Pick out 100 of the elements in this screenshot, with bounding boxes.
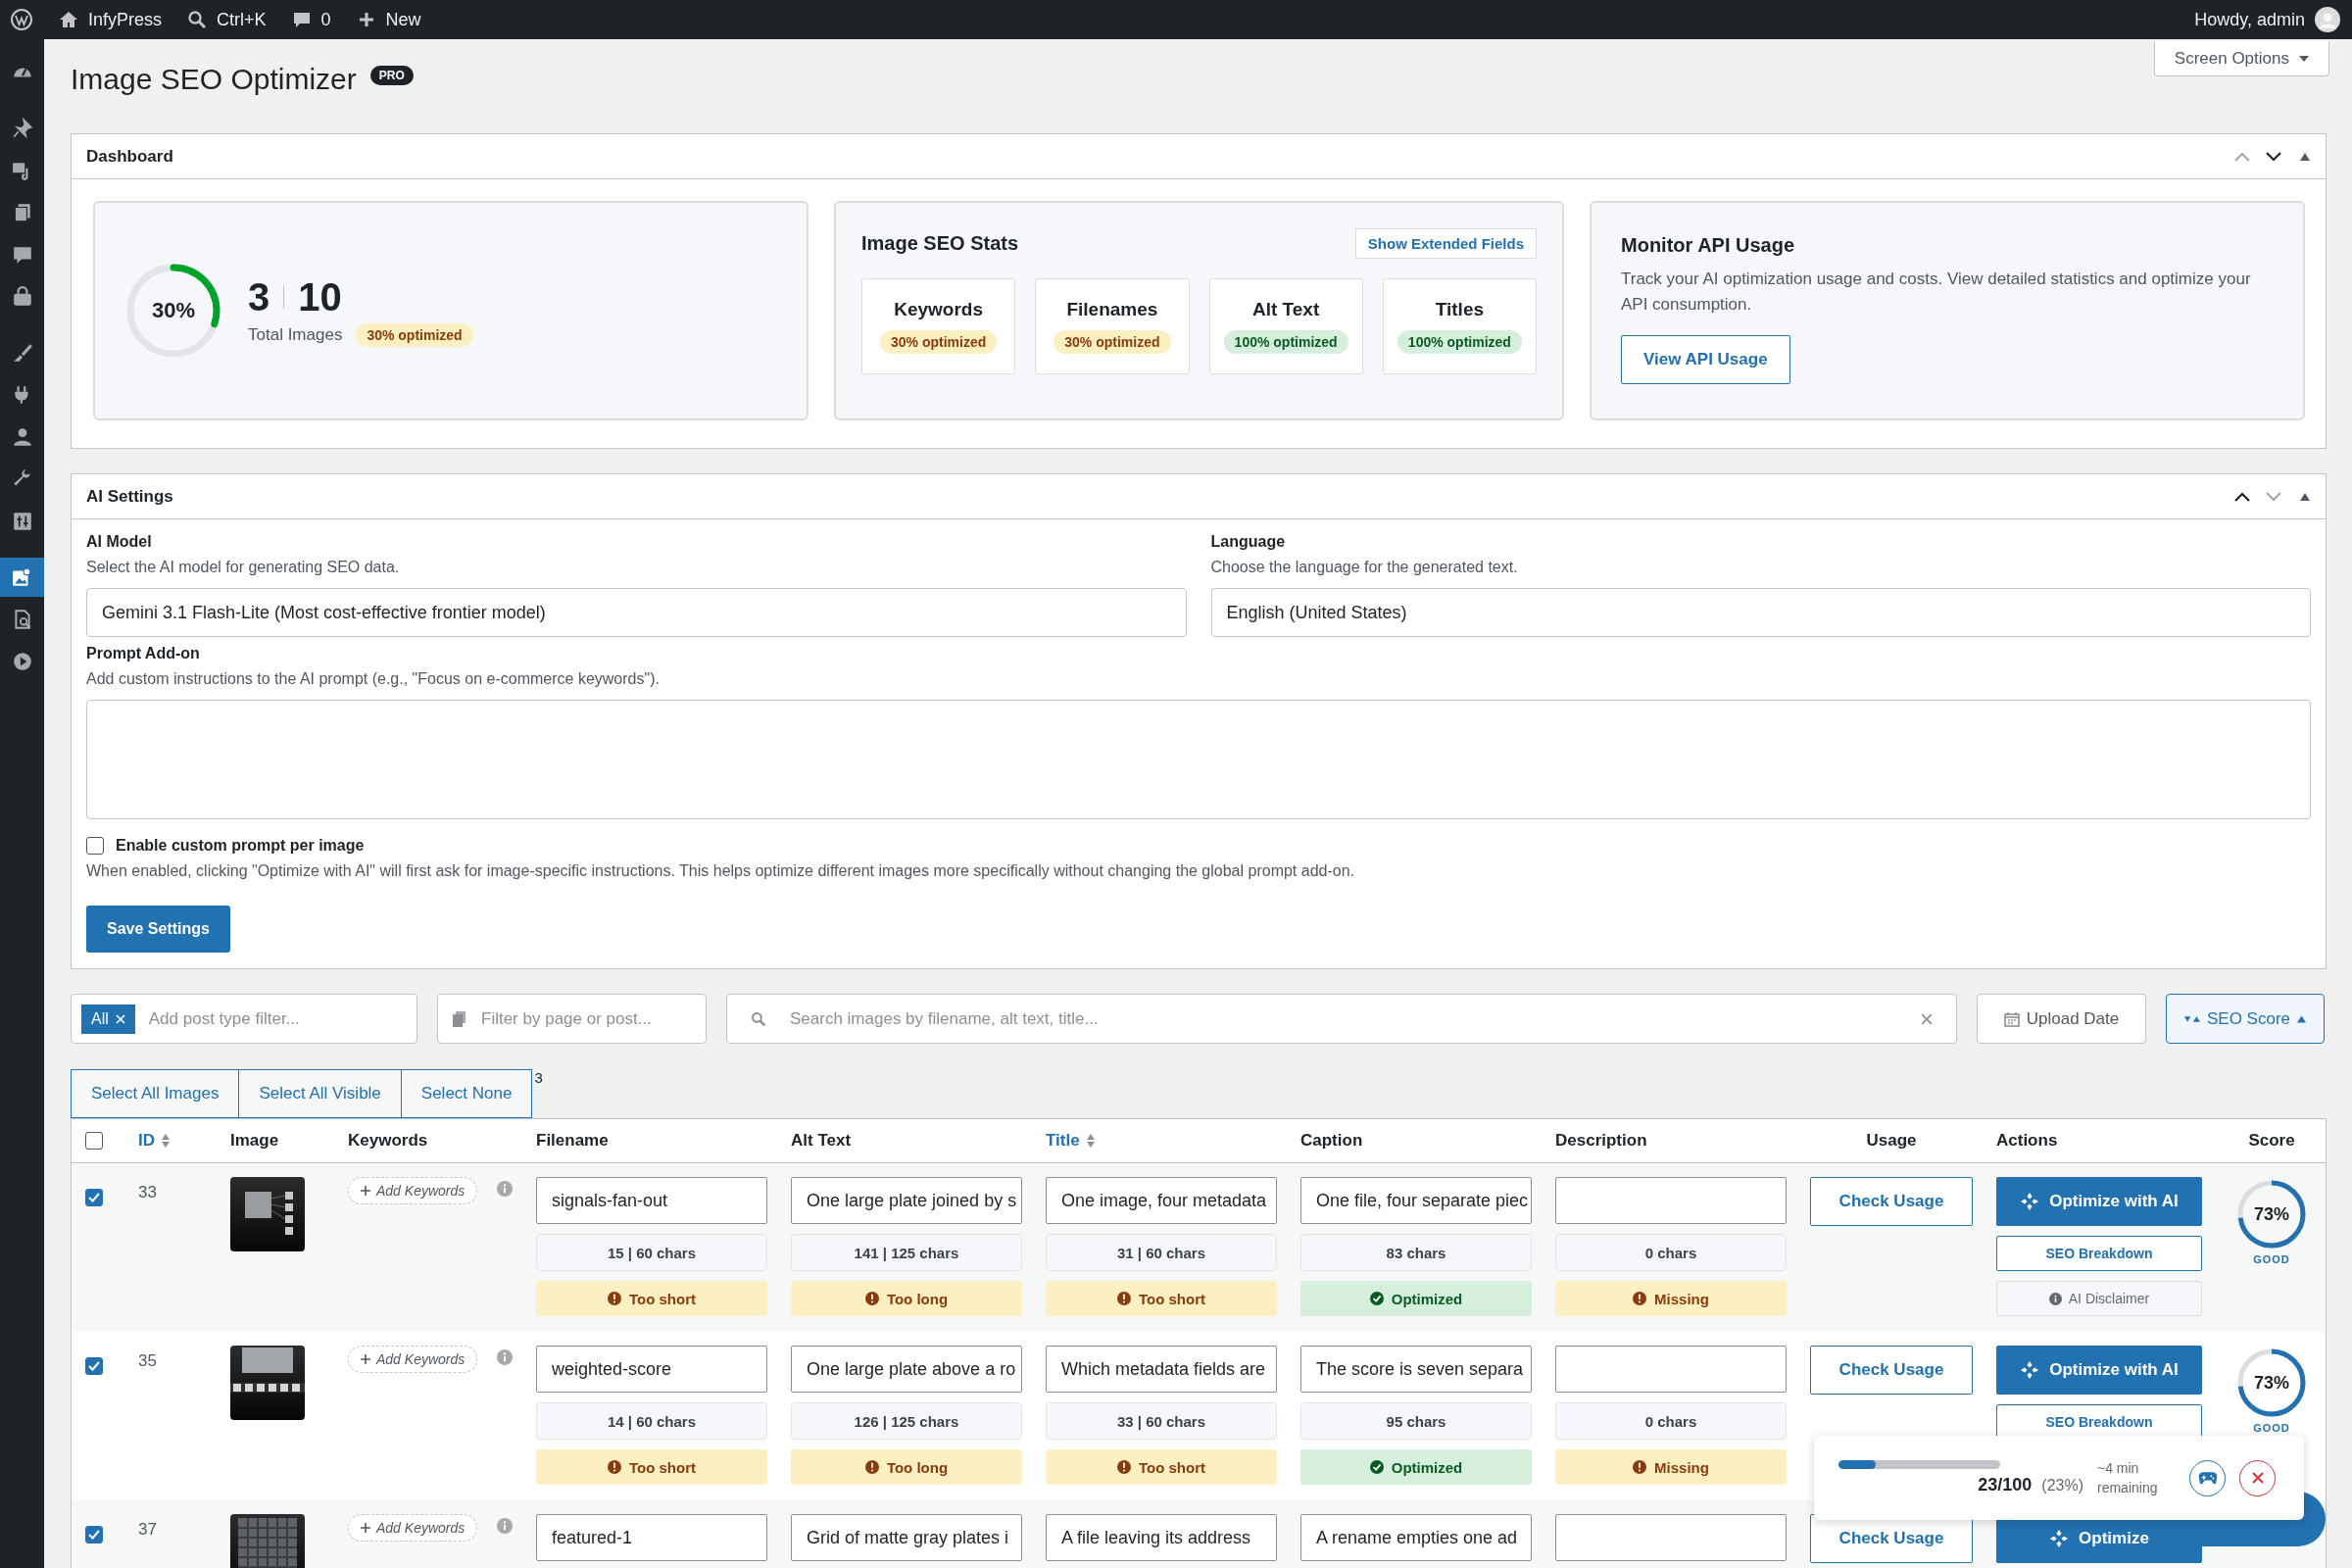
show-extended-fields-button[interactable]: Show Extended Fields bbox=[1354, 228, 1537, 259]
status-badge: Too short bbox=[536, 1281, 767, 1316]
column-header: Filename bbox=[536, 1131, 610, 1151]
wordpress-logo-icon[interactable] bbox=[10, 8, 33, 31]
panel-title: Dashboard bbox=[86, 146, 173, 167]
screen-options-button[interactable]: Screen Options bbox=[2153, 41, 2329, 76]
close-button[interactable] bbox=[2239, 1459, 2276, 1496]
field-help: Add custom instructions to the AI prompt (e.g., "Focus on e-commerce keywords"). bbox=[86, 670, 661, 688]
total-count: 10 bbox=[298, 274, 342, 319]
triangle-up-icon bbox=[2300, 152, 2310, 161]
comments-link[interactable]: 0 bbox=[291, 9, 331, 30]
add-keywords-button[interactable]: Add Keywords bbox=[348, 1177, 478, 1204]
column-header[interactable]: Title bbox=[1046, 1131, 1277, 1151]
id-cell-text: 35 bbox=[138, 1351, 158, 1371]
new-link[interactable]: New bbox=[356, 9, 421, 30]
search-shortcut[interactable]: Ctrl+K bbox=[187, 9, 267, 30]
text-input[interactable]: Grid of matte gray plates i bbox=[791, 1514, 1022, 1561]
view-api-usage-button[interactable]: View API Usage bbox=[1621, 335, 1790, 384]
column-header: Description bbox=[1555, 1131, 1648, 1151]
comment-icon bbox=[291, 10, 312, 29]
text-input[interactable]: Which metadata fields are bbox=[1046, 1346, 1277, 1393]
row-checkbox[interactable] bbox=[85, 1189, 103, 1206]
optimized-badge: 30% optimized bbox=[356, 322, 473, 347]
status-badge: Missing bbox=[1555, 1449, 1787, 1485]
optimized-count: 3 bbox=[248, 274, 270, 319]
text-input[interactable] bbox=[1555, 1177, 1787, 1224]
alert-icon bbox=[1633, 1460, 1647, 1474]
text-input[interactable]: One large plate above a ro bbox=[791, 1346, 1022, 1393]
checkbox[interactable] bbox=[86, 837, 104, 855]
page-title: Image SEO Optimizer bbox=[71, 63, 357, 97]
text-input[interactable]: One large plate joined by s bbox=[791, 1177, 1022, 1224]
optimize-with-ai-button[interactable]: Optimize with AI bbox=[1996, 1177, 2202, 1226]
clear-icon[interactable] bbox=[1921, 1012, 1933, 1025]
text-input[interactable]: weighted-score bbox=[536, 1346, 767, 1393]
pro-badge: PRO bbox=[369, 66, 414, 85]
sparkle-icon bbox=[2020, 1360, 2040, 1380]
sort-button[interactable]: Upload Date bbox=[1977, 994, 2146, 1044]
card-title: Monitor API Usage bbox=[1621, 234, 1795, 257]
selection-button[interactable]: Select All Visible bbox=[238, 1069, 402, 1118]
language-select[interactable]: English (United States) bbox=[1210, 588, 2311, 637]
add-keywords-button[interactable]: Add Keywords bbox=[348, 1514, 478, 1542]
text-input[interactable]: One image, four metadata bbox=[1046, 1177, 1277, 1224]
stat-label: Keywords bbox=[894, 299, 984, 320]
alert-icon bbox=[1116, 1292, 1131, 1305]
selection-button[interactable]: Select All Images bbox=[71, 1069, 240, 1118]
text-input[interactable] bbox=[1555, 1346, 1787, 1393]
selection-button[interactable]: Select None bbox=[400, 1069, 533, 1118]
check-usage-button[interactable]: Check Usage bbox=[1810, 1177, 1973, 1226]
column-header: Usage bbox=[1865, 1131, 1918, 1151]
account-menu[interactable]: Howdy, admin bbox=[2194, 7, 2340, 32]
user-icon bbox=[11, 426, 33, 448]
text-input[interactable]: One file, four separate piec bbox=[1300, 1177, 1532, 1224]
column-header: Actions bbox=[1996, 1131, 2059, 1151]
column-header: Alt Text bbox=[791, 1131, 853, 1151]
score-grade: GOOD bbox=[2253, 1253, 2290, 1265]
api-description: Track your AI optimization usage and costs. View detailed statistics and optimize your API consumption. bbox=[1621, 269, 2252, 316]
triangle-up-icon bbox=[2297, 1014, 2307, 1023]
text-input[interactable]: A file leaving its address bbox=[1046, 1514, 1277, 1561]
field-label: Language bbox=[1210, 533, 1287, 551]
add-keywords-button[interactable]: Add Keywords bbox=[348, 1346, 478, 1373]
sort-button[interactable]: SEO Score bbox=[2166, 994, 2326, 1044]
text-input[interactable]: signals-fan-out bbox=[536, 1177, 767, 1224]
optimize-with-ai-button[interactable]: Optimize with AI bbox=[1996, 1346, 2202, 1395]
row-checkbox[interactable] bbox=[85, 1526, 103, 1544]
character-count: 83 chars bbox=[1300, 1234, 1532, 1271]
plus-icon bbox=[361, 1523, 370, 1533]
site-link[interactable]: InfyPress bbox=[59, 9, 163, 30]
comment-icon bbox=[11, 244, 33, 266]
status-badge: Optimized bbox=[1300, 1281, 1532, 1316]
percent-value: 30% bbox=[152, 298, 195, 323]
time-remaining: ~4 min remaining bbox=[2097, 1459, 2159, 1497]
select-all-checkbox[interactable] bbox=[85, 1132, 103, 1150]
save-settings-button[interactable]: Save Settings bbox=[86, 906, 230, 953]
close-icon bbox=[2251, 1472, 2264, 1484]
progress-count: 23/100 bbox=[1978, 1475, 2033, 1495]
row-checkbox[interactable] bbox=[85, 1357, 103, 1375]
check-circle-icon bbox=[1369, 1460, 1384, 1474]
filter-chip[interactable]: All bbox=[81, 1004, 135, 1034]
placeholder: Filter by page or post... bbox=[481, 1008, 652, 1029]
post-type-filter[interactable]: All Add post type filter... bbox=[71, 994, 417, 1044]
ai-disclaimer-button[interactable]: AI Disclaimer bbox=[1996, 1281, 2202, 1316]
stat-badge: 100% optimized bbox=[1396, 330, 1522, 354]
info-icon bbox=[2048, 1292, 2062, 1305]
checkbox-label: Enable custom prompt per image bbox=[116, 837, 365, 855]
stat-label: Alt Text bbox=[1252, 299, 1320, 320]
column-header: Image bbox=[230, 1131, 280, 1151]
text-input[interactable]: A rename empties one ad bbox=[1300, 1514, 1532, 1561]
text-input[interactable]: The score is seven separa bbox=[1300, 1346, 1532, 1393]
column-header[interactable]: ID bbox=[138, 1131, 207, 1151]
game-mode-button[interactable] bbox=[2189, 1459, 2226, 1496]
sidebar-item[interactable] bbox=[0, 558, 44, 597]
model-select[interactable]: Gemini 3.1 Flash-Lite (Most cost-effective frontier model) bbox=[86, 588, 1187, 637]
chevron-down-icon bbox=[2266, 151, 2281, 162]
document-icon bbox=[452, 1010, 467, 1027]
check-usage-button[interactable]: Check Usage bbox=[1810, 1346, 1973, 1395]
text-input[interactable] bbox=[1555, 1514, 1787, 1561]
stat-badge: 30% optimized bbox=[880, 330, 998, 354]
alert-icon bbox=[864, 1292, 879, 1305]
text-input[interactable]: featured-1 bbox=[536, 1514, 767, 1561]
seo-breakdown-button[interactable]: SEO Breakdown bbox=[1996, 1236, 2202, 1271]
